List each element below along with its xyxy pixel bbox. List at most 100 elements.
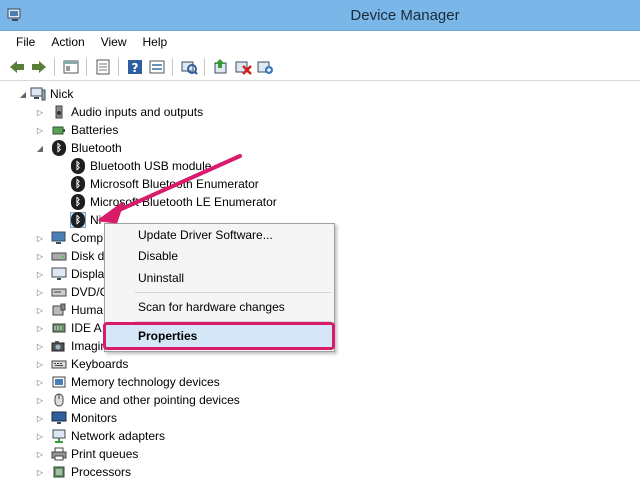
- tree-item-display[interactable]: ▷ Displa: [35, 265, 104, 283]
- tree-item-memory[interactable]: ▷ Memory technology devices: [35, 373, 220, 391]
- tree-item-label: Displa: [71, 267, 105, 281]
- tree-item-mice[interactable]: ▷ Mice and other pointing devices: [35, 391, 240, 409]
- scan-icon[interactable]: [180, 58, 198, 76]
- menu-help[interactable]: Help: [135, 31, 176, 53]
- annotation-highlight-box: [103, 322, 335, 350]
- collapse-arrow-icon[interactable]: ◢: [18, 89, 28, 99]
- tree-item-monitors[interactable]: ▷ Monitors: [35, 409, 117, 427]
- bluetooth-icon: ᛒ: [51, 140, 67, 156]
- tree-item-label: Disk d: [71, 249, 105, 263]
- expand-arrow-icon[interactable]: ▷: [35, 359, 45, 369]
- collapse-arrow-icon[interactable]: ◢: [35, 143, 45, 153]
- tree-item-bt-usb[interactable]: ᛒ Bluetooth USB module: [54, 157, 211, 175]
- tree-item-audio[interactable]: ▷ Audio inputs and outputs: [35, 103, 203, 121]
- processor-icon: [53, 466, 65, 478]
- bluetooth-icon: ᛒ: [70, 212, 86, 228]
- toolbar-separator: [172, 58, 173, 76]
- bluetooth-icon: ᛒ: [70, 194, 86, 210]
- tree-item-hid[interactable]: ▷ Huma: [35, 301, 103, 319]
- printer-icon: [51, 447, 67, 461]
- expand-arrow-icon[interactable]: ▷: [35, 233, 45, 243]
- expand-arrow-icon[interactable]: ▷: [35, 431, 45, 441]
- properties-pane-icon[interactable]: [62, 58, 80, 76]
- toolbar-separator: [204, 58, 205, 76]
- back-icon[interactable]: [8, 58, 26, 76]
- camera-icon: [51, 341, 65, 352]
- tree-item-label: DVD/C: [71, 285, 109, 299]
- toolbar-separator: [54, 58, 55, 76]
- forward-icon[interactable]: [30, 58, 48, 76]
- menu-separator: [135, 292, 331, 293]
- window-title: Device Manager: [350, 7, 460, 24]
- tree-item-label: Network adapters: [71, 429, 166, 443]
- help-icon[interactable]: ?: [126, 58, 144, 76]
- tree-item-label: Audio inputs and outputs: [71, 105, 204, 119]
- hid-icon: [52, 303, 66, 316]
- tree-item-label: Huma: [71, 303, 104, 317]
- disk-icon: [51, 252, 67, 261]
- tree-item-label: Mice and other pointing devices: [71, 393, 240, 407]
- menu-action[interactable]: Action: [43, 31, 92, 53]
- tree-item-label: Bluetooth: [71, 141, 122, 155]
- menu-file[interactable]: File: [0, 31, 43, 53]
- mouse-icon: [54, 393, 64, 407]
- toolbar-separator: [118, 58, 119, 76]
- expand-arrow-icon[interactable]: ▷: [35, 305, 45, 315]
- title-bar: Device Manager: [0, 0, 640, 31]
- tree-item-label: Bluetooth USB module: [90, 159, 212, 173]
- expand-arrow-icon[interactable]: ▷: [35, 467, 45, 477]
- tree-item-bluetooth[interactable]: ◢ ᛒ Bluetooth: [35, 139, 122, 157]
- tree-item-label: Batteries: [71, 123, 119, 137]
- tree-item-ide[interactable]: ▷ IDE A: [35, 319, 102, 337]
- expand-arrow-icon[interactable]: ▷: [35, 107, 45, 117]
- expand-arrow-icon[interactable]: ▷: [35, 269, 45, 279]
- expand-arrow-icon[interactable]: ▷: [35, 413, 45, 423]
- tree-item-print-queues[interactable]: ▷ Print queues: [35, 445, 138, 463]
- network-icon: [52, 429, 66, 443]
- svg-text:?: ?: [132, 61, 139, 75]
- show-hide-console-tree-icon[interactable]: [94, 58, 112, 76]
- tree-item-label: Print queues: [71, 447, 139, 461]
- menu-item-update-driver[interactable]: Update Driver Software...: [106, 224, 333, 246]
- toolbar: ?: [0, 53, 640, 81]
- tree-item-bt-device-selected[interactable]: ᛒ Ni: [54, 211, 101, 229]
- expand-arrow-icon[interactable]: ▷: [35, 377, 45, 387]
- tree-item-label: Memory technology devices: [71, 375, 220, 389]
- tree-item-keyboards[interactable]: ▷ Keyboards: [35, 355, 128, 373]
- expand-arrow-icon[interactable]: ▷: [35, 287, 45, 297]
- toolbar-separator: [86, 58, 87, 76]
- menu-item-scan[interactable]: Scan for hardware changes: [106, 296, 333, 318]
- uninstall-icon[interactable]: [234, 58, 252, 76]
- view-icon[interactable]: [148, 58, 166, 76]
- expand-arrow-icon[interactable]: ▷: [35, 395, 45, 405]
- tree-item-imaging[interactable]: ▷ Imagin: [35, 337, 107, 355]
- menu-item-disable[interactable]: Disable: [106, 245, 333, 267]
- menu-view[interactable]: View: [93, 31, 135, 53]
- ide-icon: [52, 323, 66, 333]
- tree-root[interactable]: ◢ Nick: [18, 85, 73, 103]
- add-hardware-icon[interactable]: [256, 58, 274, 76]
- expand-arrow-icon[interactable]: ▷: [35, 251, 45, 261]
- tree-item-bt-enum[interactable]: ᛒ Microsoft Bluetooth Enumerator: [54, 175, 259, 193]
- expand-arrow-icon[interactable]: ▷: [35, 449, 45, 459]
- tree-item-label: Microsoft Bluetooth LE Enumerator: [90, 195, 277, 209]
- menu-item-uninstall[interactable]: Uninstall: [106, 267, 333, 289]
- tree-item-batteries[interactable]: ▷ Batteries: [35, 121, 118, 139]
- tree-item-label: Keyboards: [71, 357, 129, 371]
- bluetooth-icon: ᛒ: [70, 158, 86, 174]
- dvd-icon: [51, 288, 67, 297]
- tree-item-disk[interactable]: ▷ Disk d: [35, 247, 104, 265]
- tree-item-dvd[interactable]: ▷ DVD/C: [35, 283, 108, 301]
- expand-arrow-icon[interactable]: ▷: [35, 341, 45, 351]
- computer-icon: [30, 87, 46, 101]
- tree-item-network[interactable]: ▷ Network adapters: [35, 427, 165, 445]
- monitor-icon: [51, 411, 67, 424]
- battery-icon: [52, 126, 65, 135]
- expand-arrow-icon[interactable]: ▷: [35, 125, 45, 135]
- update-driver-icon[interactable]: [212, 58, 230, 76]
- tree-item-bt-le-enum[interactable]: ᛒ Microsoft Bluetooth LE Enumerator: [54, 193, 277, 211]
- expand-arrow-icon[interactable]: ▷: [35, 323, 45, 333]
- tree-item-computer[interactable]: ▷ Comp: [35, 229, 103, 247]
- tree-item-processors[interactable]: ▷ Processors: [35, 463, 131, 480]
- menu-bar: File Action View Help: [0, 31, 640, 53]
